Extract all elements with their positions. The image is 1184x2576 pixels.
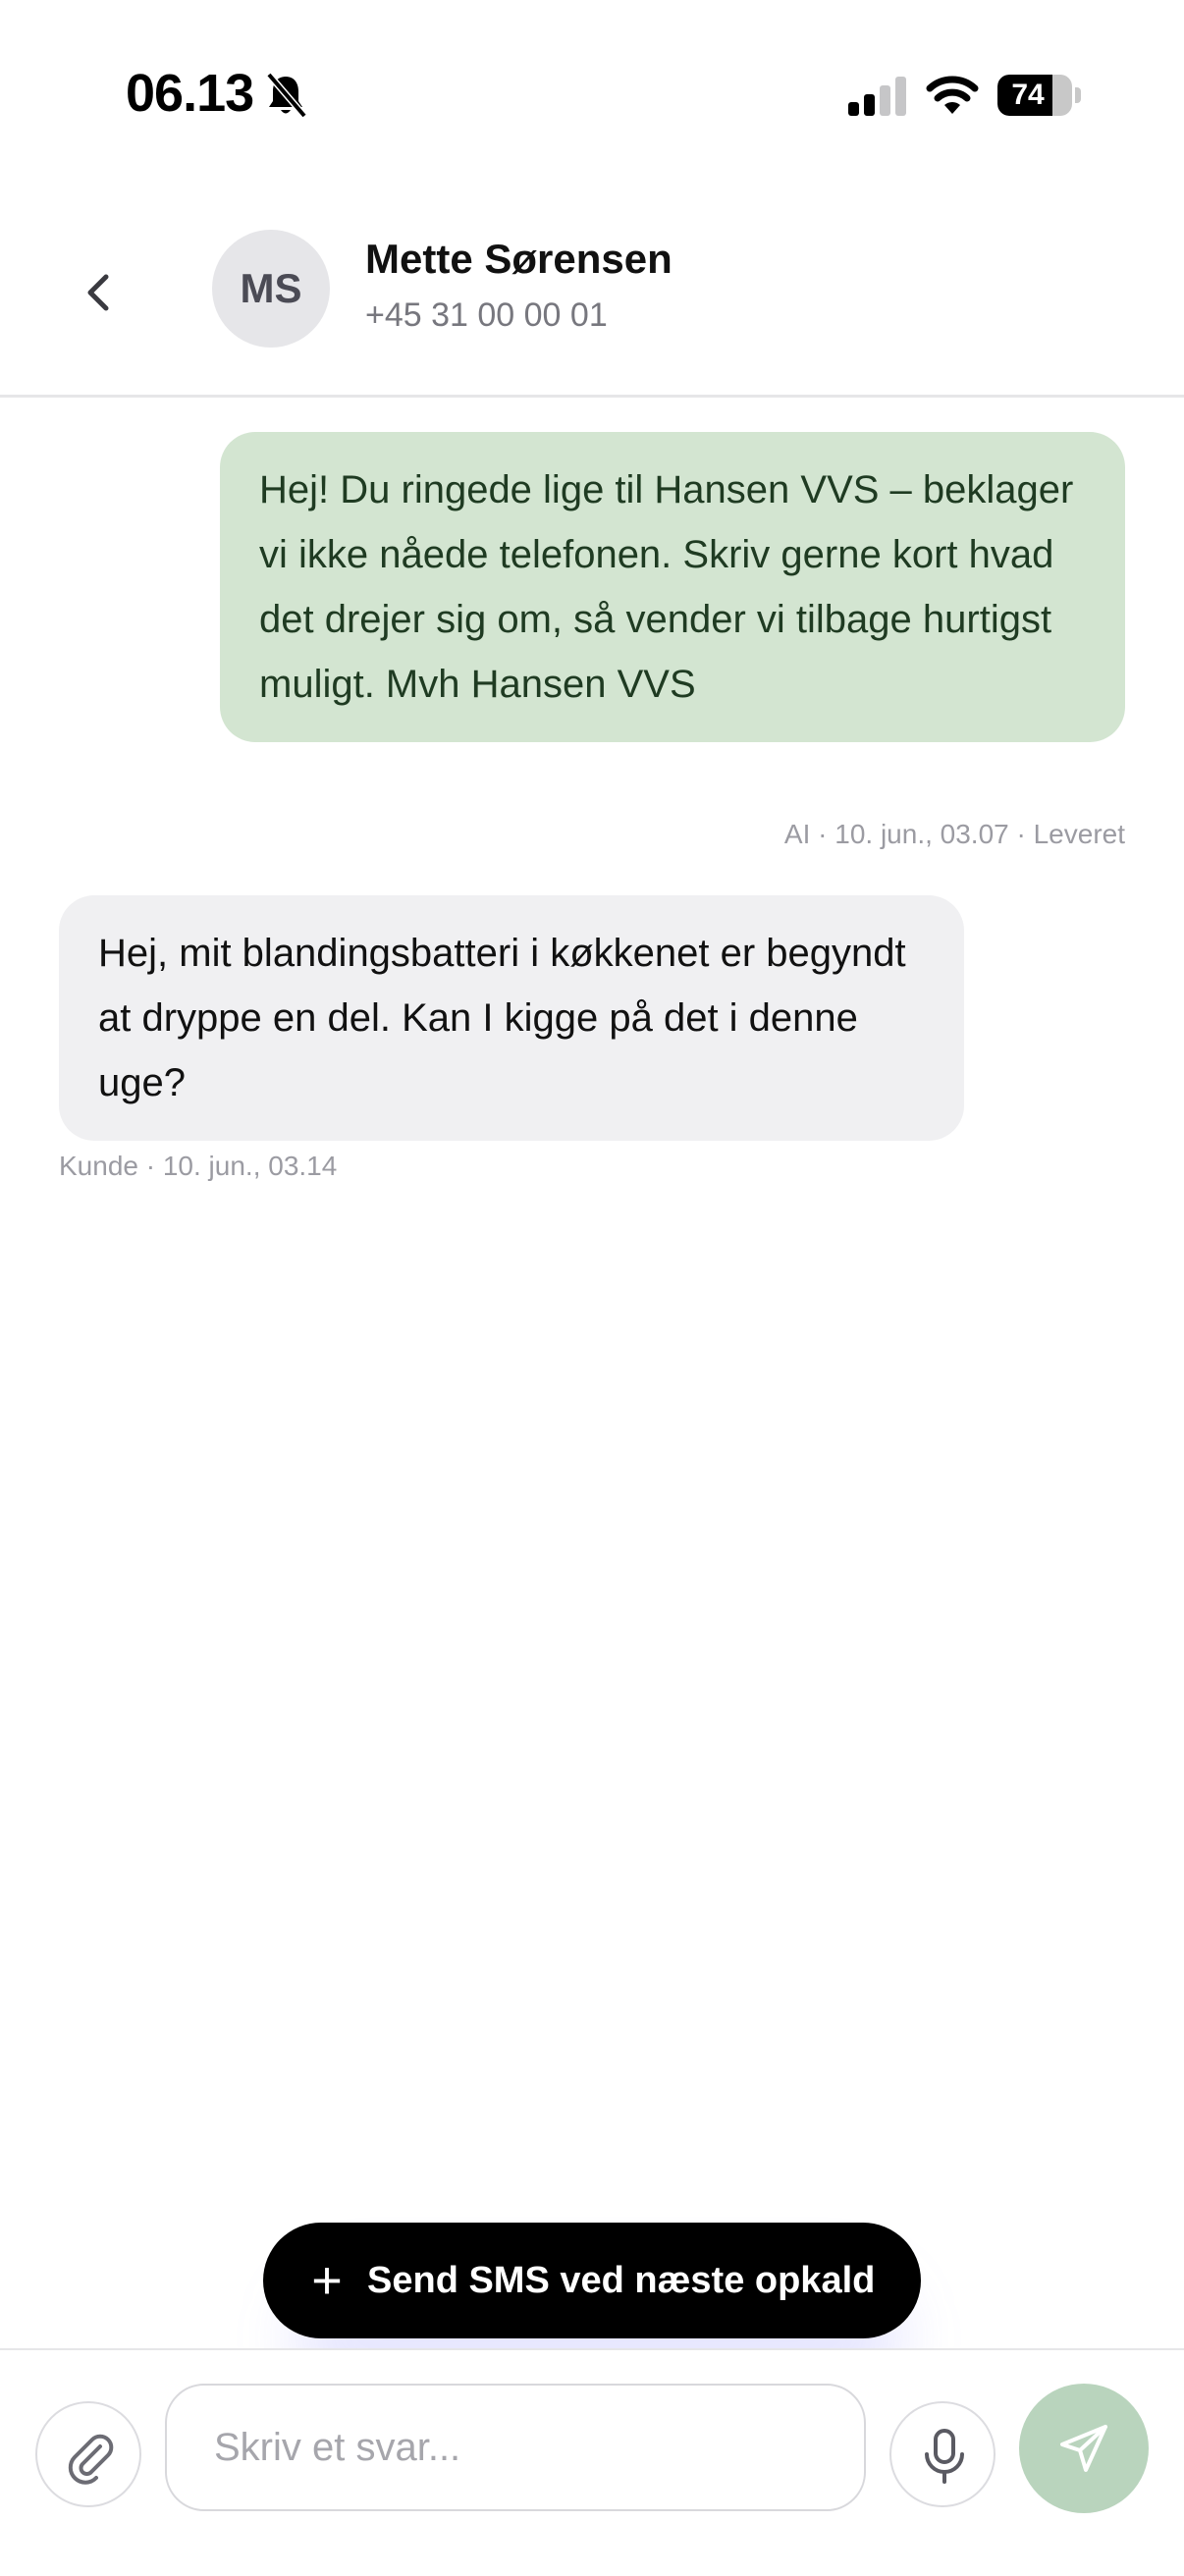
status-bar: 06.13 74 [0, 0, 1184, 187]
message-meta: Kunde · 10. jun., 03.14 [59, 1151, 338, 1181]
conversation-header: MS Mette Sørensen +45 31 00 00 01 [0, 187, 1184, 398]
battery-level: 74 [1011, 79, 1045, 111]
paperclip-icon [68, 2434, 114, 2485]
reply-input[interactable] [165, 2384, 866, 2511]
message-meta: AI · 10. jun., 03.07 · Leveret [783, 819, 1125, 849]
signal-icon [848, 77, 906, 116]
contact-name: Mette Sørensen [365, 236, 673, 282]
bell-slash-icon [266, 72, 307, 119]
send-sms-next-call-button[interactable]: + Send SMS ved næste opkald [263, 2223, 921, 2338]
incoming-message: Hej, mit blandingsbatteri i køkkenet er … [59, 895, 964, 1141]
send-icon [1060, 2425, 1107, 2472]
contact-phone: +45 31 00 00 01 [365, 296, 608, 334]
send-sms-next-call-label: Send SMS ved næste opkald [367, 2260, 876, 2301]
wifi-icon [926, 76, 979, 114]
microphone-button[interactable] [889, 2401, 996, 2507]
avatar: MS [212, 230, 330, 348]
message-composer [0, 2348, 1184, 2576]
attach-button[interactable] [35, 2401, 141, 2507]
outgoing-message: Hej! Du ringede lige til Hansen VVS – be… [220, 432, 1125, 742]
plus-icon: + [311, 2251, 343, 2310]
send-button[interactable] [1019, 2384, 1149, 2513]
battery-icon: 74 [997, 75, 1082, 116]
microphone-icon [925, 2429, 964, 2484]
chevron-left-icon[interactable] [71, 263, 130, 322]
status-time: 06.13 [126, 64, 254, 123]
